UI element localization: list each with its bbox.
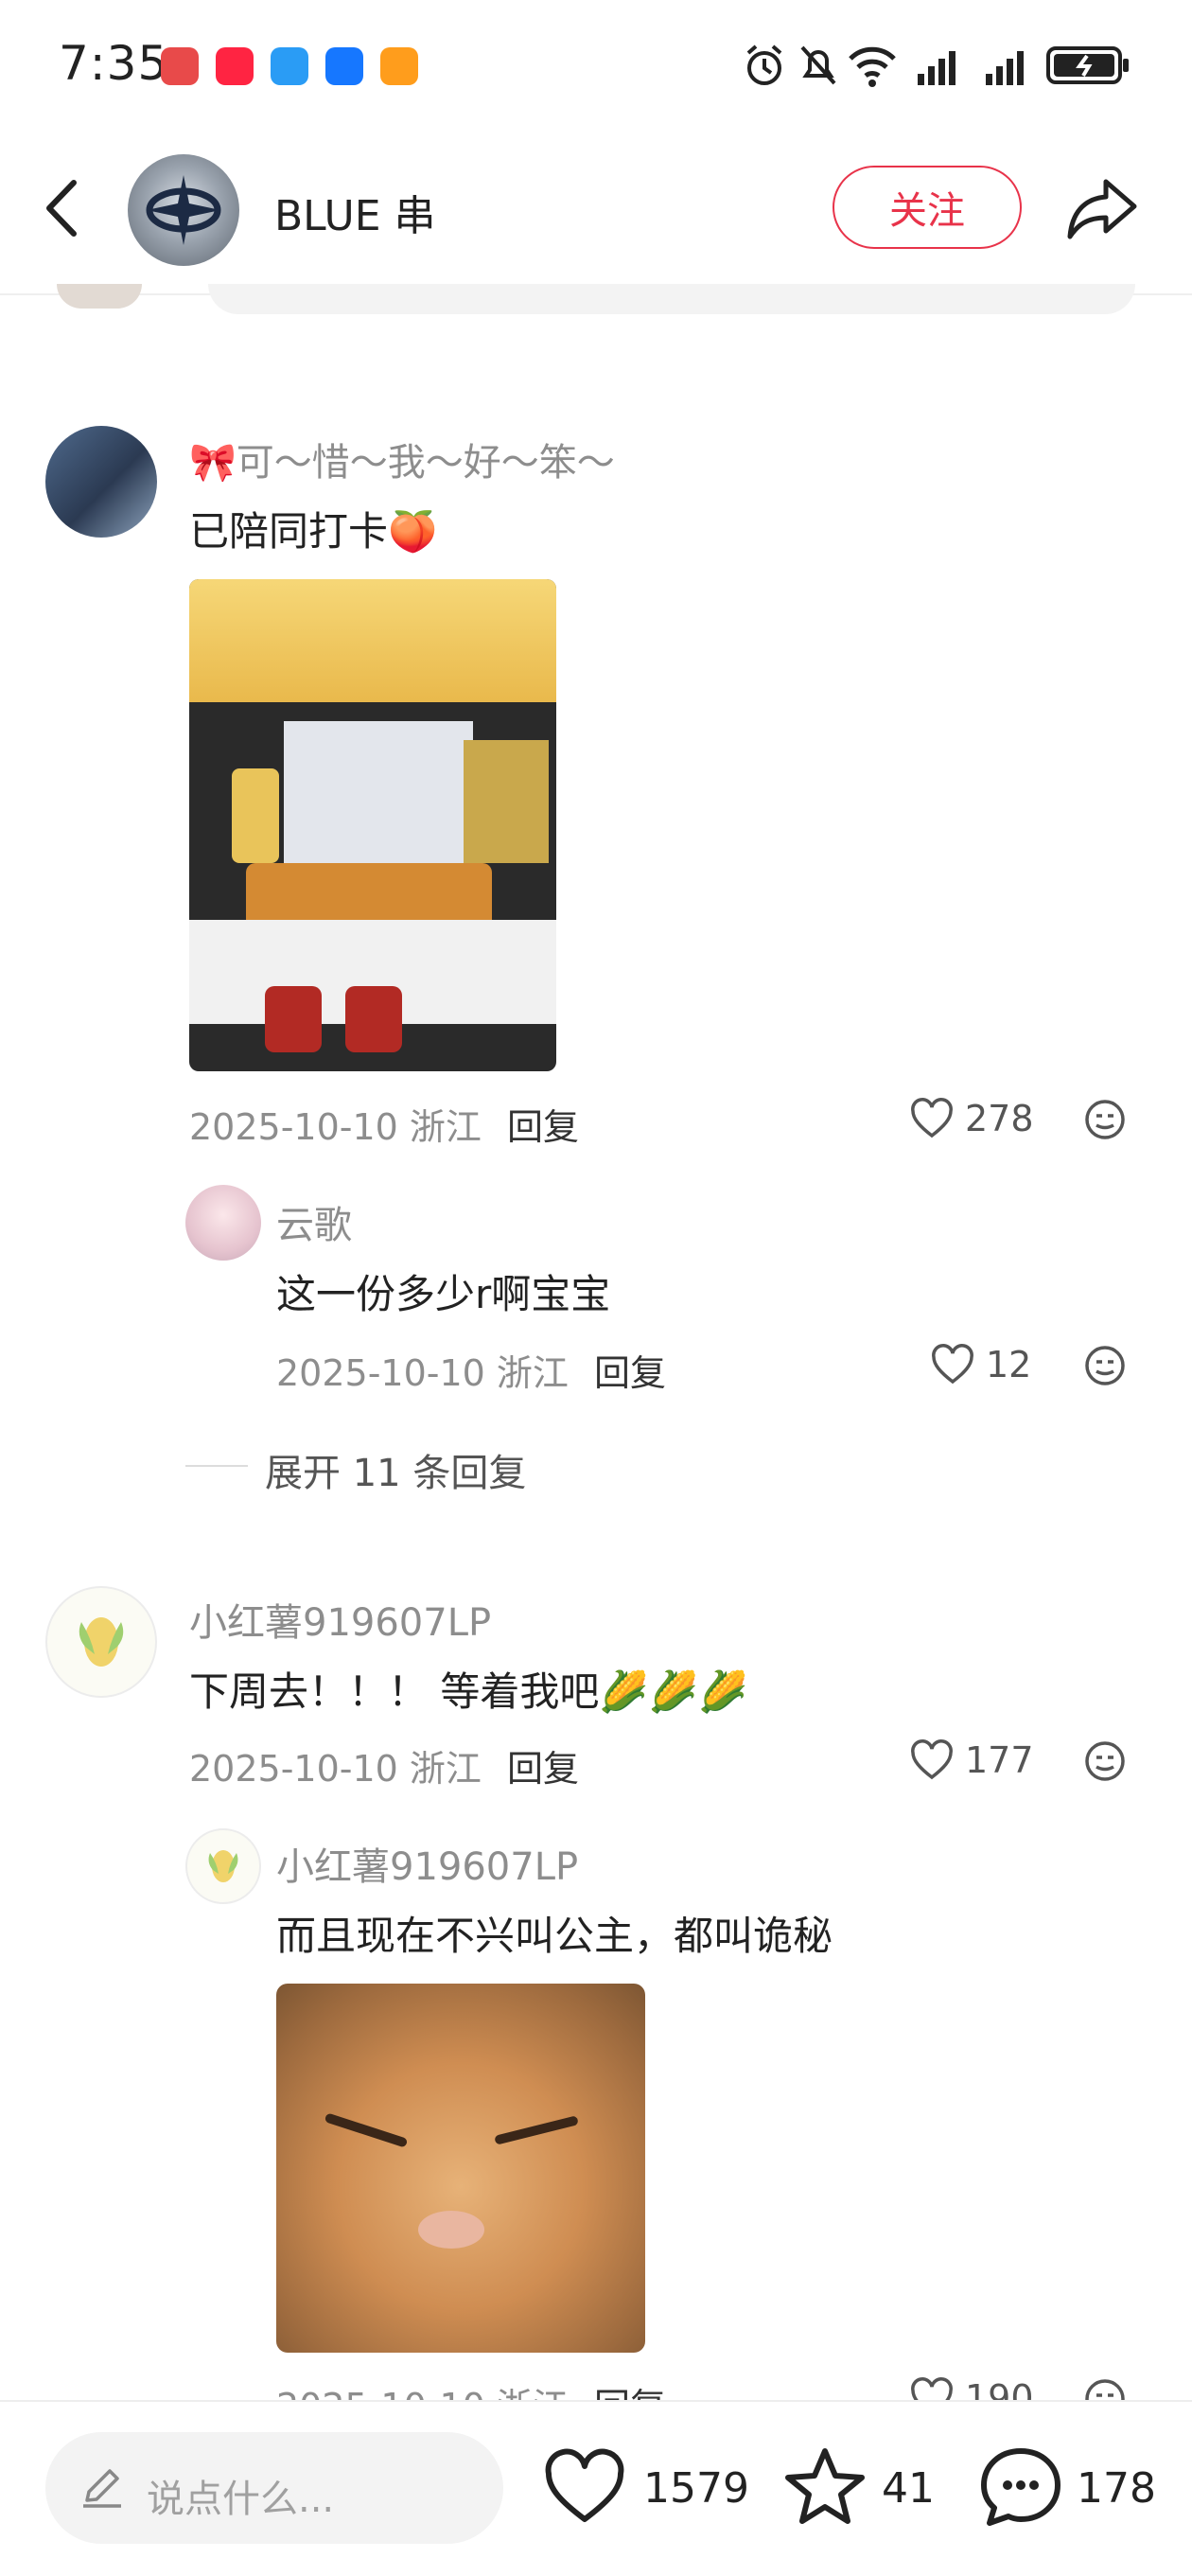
bell-muted-icon xyxy=(800,45,836,85)
commenter-name[interactable]: 小红薯919607LP xyxy=(189,1592,491,1647)
comment-date-location: 2025-10-10 浙江 xyxy=(189,1748,482,1790)
emoji-react-icon[interactable] xyxy=(1083,1739,1127,1783)
previous-bubble-remnant xyxy=(208,284,1135,314)
emoji-react-icon[interactable] xyxy=(1083,1344,1127,1387)
commenter-avatar[interactable] xyxy=(45,426,157,538)
reply-name[interactable]: 小红薯919607LP xyxy=(276,1836,578,1891)
battery-icon xyxy=(1046,46,1129,84)
back-icon[interactable] xyxy=(38,175,85,241)
alipay-app-icon xyxy=(325,47,363,85)
like-heart-icon[interactable] xyxy=(543,2447,626,2527)
follow-button[interactable]: 关注 xyxy=(833,166,1022,249)
comment-bubble-icon[interactable] xyxy=(978,2445,1063,2529)
like-count: 177 xyxy=(965,1739,1034,1781)
reply-name[interactable]: 云歌 xyxy=(276,1194,352,1249)
reply-text: 而且现在不兴叫公主，都叫诡秘 xyxy=(276,1913,833,1959)
author-avatar[interactable] xyxy=(128,154,239,266)
post-star-count: 41 xyxy=(882,2464,935,2513)
commenter-avatar[interactable] xyxy=(45,1586,157,1698)
emoji-react-icon[interactable] xyxy=(1083,1098,1127,1141)
author-name[interactable]: BLUE 串 xyxy=(274,182,436,242)
xiaohongshu-app-icon xyxy=(216,47,254,85)
reply-button[interactable]: 回复 xyxy=(507,1739,579,1791)
reply-date-location: 2025-10-10 浙江 xyxy=(276,1352,569,1394)
heart-icon[interactable] xyxy=(910,1739,954,1783)
reply-avatar[interactable] xyxy=(185,1828,261,1904)
corn-icon xyxy=(208,1850,238,1882)
star-icon[interactable] xyxy=(783,2445,867,2527)
share-icon[interactable] xyxy=(1064,170,1140,246)
comment-photo[interactable] xyxy=(189,579,556,1071)
notification-app-icon xyxy=(161,47,199,85)
reply-button[interactable]: 回复 xyxy=(594,1344,666,1396)
pencil-icon xyxy=(83,2469,121,2508)
post-comment-count: 178 xyxy=(1077,2464,1156,2513)
signal-1-icon xyxy=(918,51,955,85)
previous-avatar-remnant xyxy=(57,284,142,309)
orange-app-icon xyxy=(380,47,418,85)
comment-text: 下周去！！！ 等着我吧🌽🌽🌽 xyxy=(189,1668,748,1715)
expand-divider xyxy=(185,1465,248,1467)
heart-icon[interactable] xyxy=(910,1098,954,1141)
comment-date-location: 2025-10-10 浙江 xyxy=(189,1106,482,1148)
comment-input-placeholder[interactable]: 说点什么... xyxy=(147,2468,334,2523)
alarm-icon xyxy=(746,44,782,85)
expand-replies-button[interactable]: 展开 11 条回复 xyxy=(265,1442,526,1497)
message-app-icon xyxy=(271,47,308,85)
post-like-count: 1579 xyxy=(643,2464,749,2513)
wifi-icon xyxy=(849,46,896,87)
reply-photo-cat[interactable] xyxy=(276,1984,645,2353)
heart-icon[interactable] xyxy=(931,1344,974,1387)
reply-avatar[interactable] xyxy=(185,1185,261,1261)
corn-icon xyxy=(79,1617,124,1667)
blue-logo-icon xyxy=(146,175,221,245)
commenter-name[interactable]: 🎀可～惜～我～好～笨～ xyxy=(189,432,615,486)
status-time: 7:35 xyxy=(59,36,169,91)
reply-text: 这一份多少r啊宝宝 xyxy=(276,1271,611,1317)
comment-text: 已陪同打卡🍑 xyxy=(189,508,438,555)
like-count: 278 xyxy=(965,1098,1034,1139)
reply-button[interactable]: 回复 xyxy=(507,1098,579,1150)
signal-2-icon xyxy=(986,51,1024,85)
like-count: 12 xyxy=(986,1344,1032,1385)
